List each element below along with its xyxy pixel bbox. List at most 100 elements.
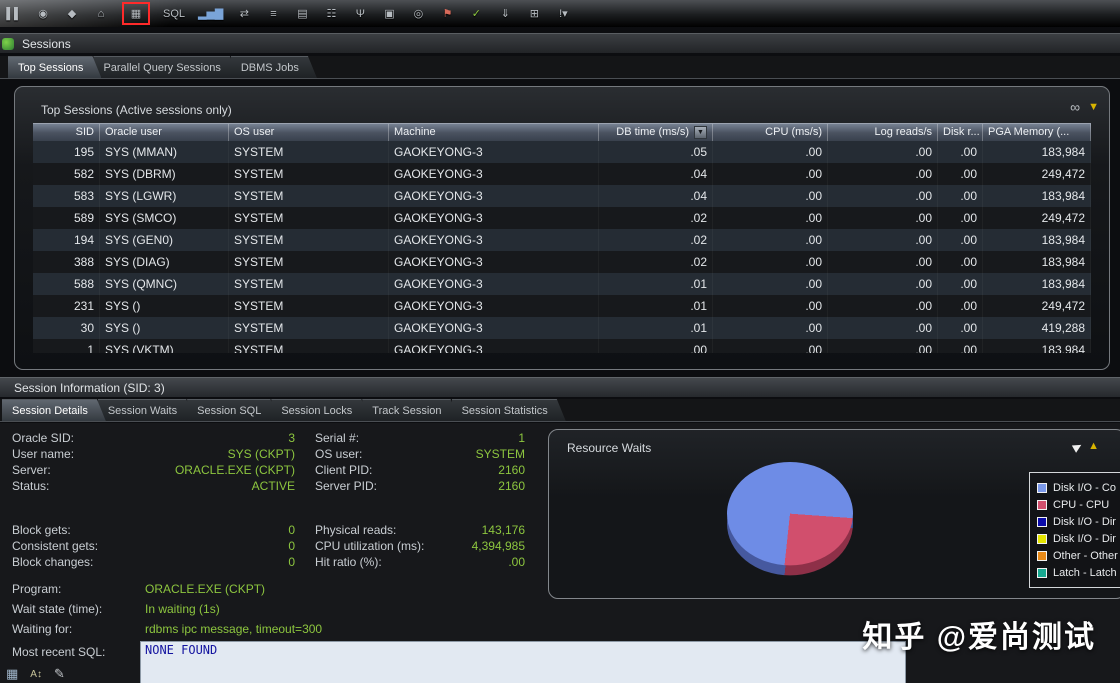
table-row[interactable]: 583 SYS (LGWR) SYSTEM GAOKEYONG-3 .04 .0… [33,185,1091,207]
globe-icon[interactable]: ◎ [410,4,426,24]
stats-row: Block changes: 0 Hit ratio (%): .00 [0,554,545,570]
cell-cpu: .00 [713,141,828,163]
cell-db-time: .05 [599,141,713,163]
pause-icon[interactable]: ▌▌ [6,4,22,24]
column-header-db-time[interactable]: DB time (ms/s) ▼ [599,123,713,141]
database-icon[interactable]: ☷ [323,4,339,24]
table-row[interactable]: 231 SYS () SYSTEM GAOKEYONG-3 .01 .00 .0… [33,295,1091,317]
cell-pga-memory: 249,472 [983,207,1091,229]
session-info-title: Session Information (SID: 3) [14,380,165,395]
stats-label: Consistent gets: [12,539,99,553]
chart-icon[interactable]: ▂▅▇ [198,4,223,24]
panel-title: Top Sessions (Active sessions only) [41,103,232,117]
binoculars-icon[interactable]: ∞ [1070,99,1080,115]
cell-disk-reads: .00 [938,229,983,251]
export-icon[interactable]: ⇓ [497,4,513,24]
stats-label: Block changes: [12,555,94,569]
cell-sid: 1 [33,339,100,353]
cell-cpu: .00 [713,163,828,185]
filter-icon[interactable]: ▼ [1088,101,1099,113]
list-icon[interactable]: ▤ [294,4,310,24]
cell-oracle-user: SYS (QMNC) [100,273,229,295]
legend-swatch-icon [1037,482,1047,493]
table-row[interactable]: 194 SYS (GEN0) SYSTEM GAOKEYONG-3 .02 .0… [33,229,1091,251]
tab-dbms-jobs[interactable]: DBMS Jobs [231,56,317,78]
column-header-log-reads[interactable]: Log reads/s [828,123,938,141]
table-row[interactable]: 388 SYS (DIAG) SYSTEM GAOKEYONG-3 .02 .0… [33,251,1091,273]
tab-session-locks[interactable]: Session Locks [271,399,370,421]
table-row[interactable]: 1 SYS (VKTM) SYSTEM GAOKEYONG-3 .00 .00 … [33,339,1091,353]
cursor-icon[interactable]: ▶ [1070,439,1083,455]
legend-item: CPU - CPU [1037,496,1120,513]
column-header-pga-memory[interactable]: PGA Memory (... [983,123,1091,141]
sort-az-icon[interactable]: A↕ [30,669,42,680]
legend-swatch-icon [1037,533,1047,544]
table-row[interactable]: 30 SYS () SYSTEM GAOKEYONG-3 .01 .00 .00… [33,317,1091,339]
compare-icon[interactable]: ⇄ [236,4,252,24]
edit-icon[interactable]: ✎ [54,666,65,682]
sort-indicator-icon[interactable]: ▼ [694,125,707,139]
cell-pga-memory: 183,984 [983,339,1091,353]
session-identity-block: Oracle SID: 3 Serial #: 1 User name: SYS… [0,430,545,494]
flag-icon[interactable]: ⚑ [439,4,455,24]
legend-item: Disk I/O - Dir [1037,513,1120,530]
cell-log-reads: .00 [828,229,938,251]
spotlight-icon [2,37,14,50]
tab-session-statistics[interactable]: Session Statistics [452,399,566,421]
power-icon[interactable]: ◉ [35,4,51,24]
sessions-icon[interactable]: ▦ [128,4,144,24]
detail-label: Oracle SID: [12,431,75,445]
column-header-cpu[interactable]: CPU (ms/s) [713,123,828,141]
chart-legend: Disk I/O - Co CPU - CPU Disk I/O - Dir D… [1029,472,1120,588]
cell-oracle-user: SYS () [100,295,229,317]
equalizer-icon[interactable]: ≡ [265,4,281,24]
cell-disk-reads: .00 [938,251,983,273]
column-header-oracle-user[interactable]: Oracle user [100,123,229,141]
detail-label: Client PID: [315,463,373,477]
detail-label: Server: [12,463,51,477]
legend-label: Other - Other [1053,549,1118,562]
cell-log-reads: .00 [828,295,938,317]
home-icon[interactable]: ⌂ [93,4,109,24]
cell-oracle-user: SYS (GEN0) [100,229,229,251]
table-row[interactable]: 589 SYS (SMCO) SYSTEM GAOKEYONG-3 .02 .0… [33,207,1091,229]
tab-top-sessions[interactable]: Top Sessions [8,56,101,78]
cell-disk-reads: .00 [938,317,983,339]
cell-sid: 583 [33,185,100,207]
detail-label: OS user: [315,447,363,461]
cell-os-user: SYSTEM [229,141,389,163]
table-icon[interactable]: ⊞ [526,4,542,24]
pyramid-icon[interactable]: ▲ [1088,440,1099,453]
main-toolbar: ▌▌ ◉ ◆ ⌂ ▦ SQL ▂▅▇ ⇄ ≡ ▤ ☷ Ψ ▣ ◎ ⚑ ✓ ⇓ ⊞… [0,0,1120,27]
window-title: Sessions [22,36,71,51]
grid-icon[interactable]: ▦ [6,666,18,682]
stats-row: Consistent gets: 0 CPU utilization (ms):… [0,538,545,554]
tab-session-waits[interactable]: Session Waits [98,399,195,421]
column-header-os-user[interactable]: OS user [229,123,389,141]
tab-session-sql[interactable]: Session SQL [187,399,279,421]
verify-icon[interactable]: ✓ [468,4,484,24]
cell-disk-reads: .00 [938,295,983,317]
legend-item: Latch - Latch [1037,564,1120,581]
table-row[interactable]: 195 SYS (MMAN) SYSTEM GAOKEYONG-3 .05 .0… [33,141,1091,163]
column-header-machine[interactable]: Machine [389,123,599,141]
column-header-disk-reads[interactable]: Disk r... [938,123,983,141]
table-row[interactable]: 588 SYS (QMNC) SYSTEM GAOKEYONG-3 .01 .0… [33,273,1091,295]
cell-log-reads: .00 [828,141,938,163]
tab-track-session[interactable]: Track Session [362,399,459,421]
table-row[interactable]: 582 SYS (DBRM) SYSTEM GAOKEYONG-3 .04 .0… [33,163,1091,185]
cell-pga-memory: 183,984 [983,141,1091,163]
sql-icon[interactable]: SQL [163,4,185,24]
cell-cpu: .00 [713,185,828,207]
most-recent-sql-viewer[interactable]: NONE FOUND [140,641,906,683]
details-toolbar: ▦ A↕ ✎ [6,666,65,682]
cell-machine: GAOKEYONG-3 [389,251,599,273]
column-header-sid[interactable]: SID [33,123,100,141]
archive-icon[interactable]: ▣ [381,4,397,24]
cell-disk-reads: .00 [938,273,983,295]
tab-parallel-query-sessions[interactable]: Parallel Query Sessions [93,56,238,78]
user-icon[interactable]: Ψ [352,4,368,24]
launch-icon[interactable]: ◆ [64,4,80,24]
alert-icon[interactable]: !▾ [555,4,571,24]
tab-session-details[interactable]: Session Details [2,399,106,421]
